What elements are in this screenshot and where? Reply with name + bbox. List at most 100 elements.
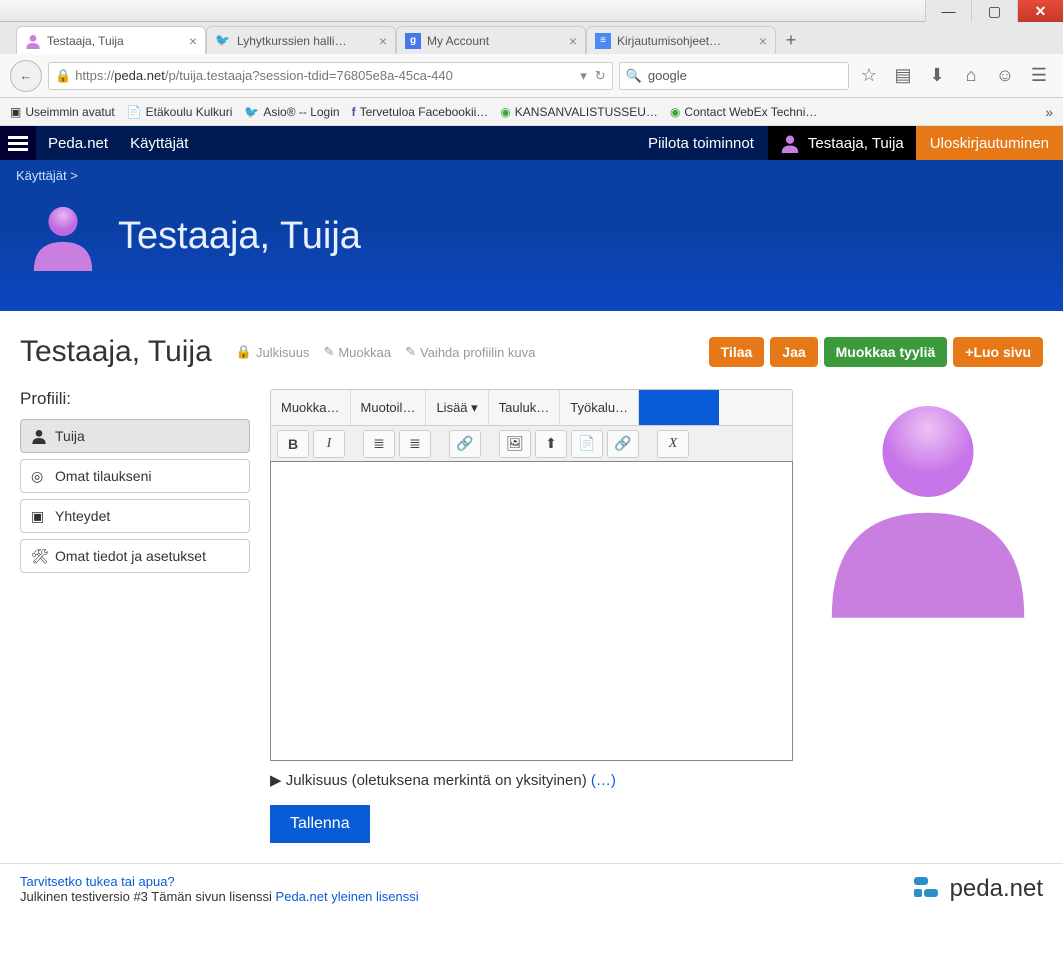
link-label: Julkisuus [256, 345, 309, 360]
browser-tab[interactable]: 🐦 Lyhytkurssien halli… × [206, 26, 396, 54]
sidebar-item-subscriptions[interactable]: ◎ Omat tilaukseni [20, 459, 250, 493]
upload-button[interactable]: ⬆ [535, 430, 567, 458]
window-close-button[interactable]: ✕ [1017, 0, 1063, 22]
sidebar-item-settings[interactable]: 🛠 Omat tiedot ja asetukset [20, 539, 250, 573]
browser-tab[interactable]: ≡ Kirjautumisohjeet… × [586, 26, 776, 54]
url-prefix: https:// [75, 68, 114, 83]
disclosure-expand-link[interactable]: (…) [591, 772, 616, 789]
hide-actions-link[interactable]: Piilota toiminnot [634, 135, 768, 152]
bookmark-star-icon[interactable]: ☆ [855, 62, 883, 90]
site-topbar: Peda.net Käyttäjät Piilota toiminnot Tes… [0, 126, 1063, 160]
editor-toolbar: B I ≣ ≣ 🔗 🖼 ⬆ 📄 🔗 X [270, 425, 793, 461]
bold-button[interactable]: B [277, 430, 309, 458]
window-maximize-button[interactable]: ▢ [971, 0, 1017, 22]
lock-icon: 🔒 [236, 344, 252, 360]
logout-button[interactable]: Uloskirjautuminen [916, 126, 1063, 160]
numbered-list-button[interactable]: ≣ [399, 430, 431, 458]
menu-table[interactable]: Tauluk… [489, 390, 561, 425]
link-label: Vaihda profiilin kuva [420, 345, 535, 360]
user-icon [780, 133, 800, 153]
support-link[interactable]: Tarvitsetko tukea tai apua? [20, 874, 175, 889]
edit-style-button[interactable]: Muokkaa tyyliä [824, 337, 948, 367]
subscribe-button[interactable]: Tilaa [709, 337, 765, 367]
editor-column: Muokka… Muotoil… Lisää ▾ Tauluk… Työkalu… [270, 389, 793, 843]
avatar-xl-icon [823, 389, 1033, 619]
menu-tools[interactable]: Työkalu… [560, 390, 639, 425]
reader-icon[interactable]: ▤ [889, 62, 917, 90]
sidebar-item-profile[interactable]: Tuija [20, 419, 250, 453]
license-link[interactable]: Peda.net yleinen lisenssi [276, 889, 419, 904]
bookmark-label: KANSANVALISTUSSEU… [515, 105, 658, 119]
link-icon: ▣ [31, 508, 47, 524]
folder-icon: ▣ [10, 105, 21, 119]
sidebar-item-connections[interactable]: ▣ Yhteydet [20, 499, 250, 533]
browser-tab-active[interactable]: Testaaja, Tuija × [16, 26, 206, 54]
back-button[interactable]: ← [10, 60, 42, 92]
url-bar[interactable]: 🔒 https://peda.net/p/tuija.testaaja?sess… [48, 62, 613, 90]
link-button[interactable]: 🔗 [449, 430, 481, 458]
bird-icon: 🐦 [215, 33, 231, 49]
tab-close-icon[interactable]: × [379, 33, 387, 49]
menu-format[interactable]: Muotoil… [351, 390, 427, 425]
url-dropdown-icon[interactable]: ▾ [580, 68, 587, 84]
bookmark-item[interactable]: 📄Etäkoulu Kulkuri [127, 105, 233, 119]
edit-link[interactable]: ✎Muokkaa [323, 344, 391, 360]
bookmark-item[interactable]: ◉Contact WebEx Techni… [670, 105, 817, 119]
save-button[interactable]: Tallenna [270, 805, 370, 843]
site-brand[interactable]: Peda.net [36, 135, 120, 152]
bookmark-item[interactable]: fTervetuloa Facebookii… [352, 105, 489, 119]
body-grid: Profiili: Tuija ◎ Omat tilaukseni ▣ Yhte… [0, 379, 1063, 863]
bookmark-item[interactable]: 🐦Asio® -- Login [244, 105, 339, 119]
tab-close-icon[interactable]: × [759, 33, 767, 49]
bullet-list-button[interactable]: ≣ [363, 430, 395, 458]
window-minimize-button[interactable]: — [925, 0, 971, 22]
pencil-icon: ✎ [405, 344, 416, 360]
share-button[interactable]: Jaa [770, 337, 817, 367]
page-title: Testaaja, Tuija [20, 335, 212, 369]
tab-label: Kirjautumisohjeet… [617, 34, 753, 48]
user-icon [31, 428, 47, 444]
toolbar-separator [643, 430, 653, 458]
bookmark-label: Tervetuloa Facebookii… [360, 105, 489, 119]
italic-button[interactable]: I [313, 430, 345, 458]
create-page-button[interactable]: Luo sivu [953, 337, 1043, 367]
google-icon: g [405, 33, 421, 49]
topbar-nav-users[interactable]: Käyttäjät [120, 135, 198, 152]
user-icon [25, 33, 41, 49]
sidebar-item-label: Yhteydet [55, 508, 110, 524]
bird-icon: 🐦 [244, 105, 259, 119]
menu-icon[interactable]: ☰ [1025, 62, 1053, 90]
tab-close-icon[interactable]: × [189, 33, 197, 49]
docs-icon: ≡ [595, 33, 611, 49]
profile-picture-panel [813, 389, 1043, 843]
visibility-link[interactable]: 🔒 Julkisuus [236, 344, 310, 360]
avatar-large-icon [28, 201, 98, 271]
hamburger-menu-button[interactable] [0, 126, 36, 160]
downloads-icon[interactable]: ⬇ [923, 62, 951, 90]
clear-formatting-button[interactable]: X [657, 430, 689, 458]
tab-close-icon[interactable]: × [569, 33, 577, 49]
new-tab-button[interactable]: + [776, 26, 806, 54]
globe-icon: ◉ [670, 105, 680, 119]
disclosure-triangle-icon[interactable]: ▶ [270, 772, 282, 789]
browser-nav-toolbar: ← 🔒 https://peda.net/p/tuija.testaaja?se… [0, 54, 1063, 98]
home-icon[interactable]: ⌂ [957, 62, 985, 90]
menu-edit[interactable]: Muokka… [271, 390, 351, 425]
breadcrumb[interactable]: Käyttäjät > [16, 168, 1047, 183]
editor-menubar: Muokka… Muotoil… Lisää ▾ Tauluk… Työkalu… [270, 389, 793, 425]
change-picture-link[interactable]: ✎ Vaihda profiilin kuva [405, 344, 535, 360]
bookmark-item[interactable]: ▣Useimmin avatut [10, 105, 115, 119]
editor-textarea[interactable] [270, 461, 793, 761]
menu-insert[interactable]: Lisää ▾ [426, 390, 488, 425]
smiley-icon[interactable]: ☺ [991, 62, 1019, 90]
reload-icon[interactable]: ↻ [595, 68, 606, 84]
browser-tab[interactable]: g My Account × [396, 26, 586, 54]
bookmark-item[interactable]: ◉KANSANVALISTUSSEU… [500, 105, 658, 119]
sidebar-item-label: Omat tilaukseni [55, 468, 151, 484]
anchor-button[interactable]: 🔗 [607, 430, 639, 458]
bookmarks-overflow-icon[interactable]: » [1045, 104, 1053, 120]
browser-search-bar[interactable]: 🔍 google [619, 62, 849, 90]
user-chip[interactable]: Testaaja, Tuija [768, 126, 916, 160]
file-button[interactable]: 📄 [571, 430, 603, 458]
image-button[interactable]: 🖼 [499, 430, 531, 458]
